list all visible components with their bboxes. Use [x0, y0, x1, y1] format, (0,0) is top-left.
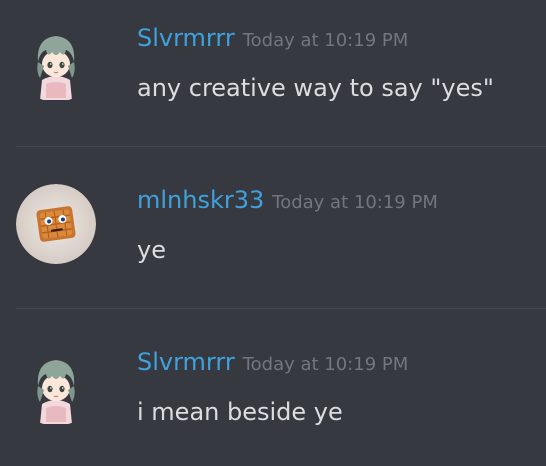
message-group: Slvrmrrr Today at 10:19 PM i mean beside …	[0, 324, 546, 466]
message-header: mlnhskr33 Today at 10:19 PM	[137, 186, 438, 222]
chat-message-list: Slvrmrrr Today at 10:19 PM any creative w…	[0, 0, 546, 466]
avatar-slvrmrrr-icon[interactable]	[16, 22, 96, 102]
message-text: ye	[137, 236, 166, 264]
message-text: i mean beside ye	[137, 398, 343, 426]
message-text: any creative way to say "yes"	[137, 74, 494, 102]
message-divider	[16, 308, 546, 309]
username[interactable]: Slvrmrrr	[137, 24, 235, 52]
message-group: Slvrmrrr Today at 10:19 PM any creative w…	[0, 0, 546, 160]
avatar-mlnhskr33-icon[interactable]	[16, 184, 96, 264]
username[interactable]: mlnhskr33	[137, 186, 264, 214]
timestamp[interactable]: Today at 10:19 PM	[243, 30, 409, 51]
message-group: mlnhskr33 Today at 10:19 PM ye	[0, 162, 546, 322]
message-header: Slvrmrrr Today at 10:19 PM	[137, 348, 408, 384]
timestamp[interactable]: Today at 10:19 PM	[272, 192, 438, 213]
timestamp[interactable]: Today at 10:19 PM	[243, 354, 409, 375]
username[interactable]: Slvrmrrr	[137, 348, 235, 376]
message-header: Slvrmrrr Today at 10:19 PM	[137, 24, 408, 60]
avatar-slvrmrrr-icon[interactable]	[16, 346, 96, 426]
message-divider	[16, 146, 546, 147]
